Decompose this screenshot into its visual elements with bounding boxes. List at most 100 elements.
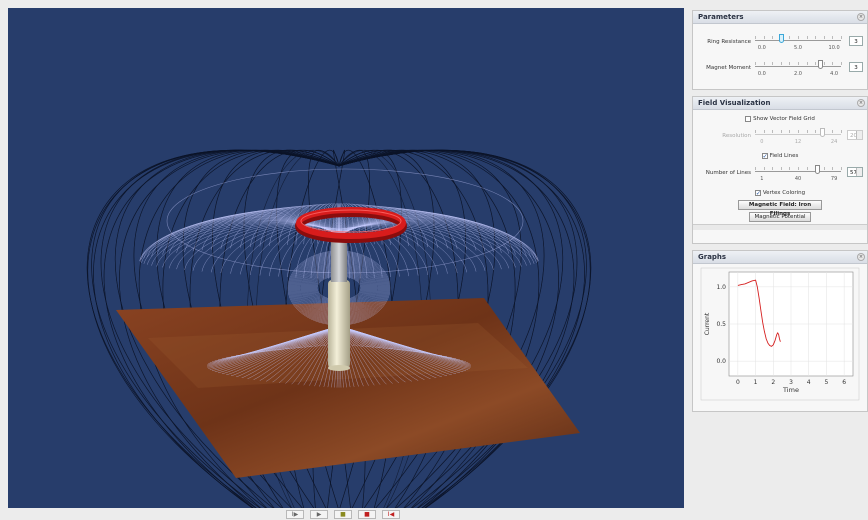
magnet-body: [328, 280, 350, 368]
number-of-lines-slider[interactable]: [755, 165, 842, 175]
slider-track[interactable]: [755, 66, 841, 67]
scene-canvas[interactable]: [8, 8, 684, 508]
slider-tick: [755, 62, 756, 65]
slider-tick: [823, 62, 825, 65]
field-visualization-panel: Field Visualization × Show Vector Field …: [692, 96, 868, 244]
slider-thumb[interactable]: [820, 128, 826, 137]
slider-tick: [763, 62, 765, 65]
parameters-header[interactable]: Parameters ×: [693, 11, 867, 24]
resolution-label: Resolution: [722, 133, 751, 139]
number-of-lines-row: Number of Lines 1 40 79 57: [693, 161, 867, 187]
tick-label: 40: [794, 176, 802, 182]
slider-tick: [823, 167, 825, 170]
slider-track[interactable]: [755, 134, 841, 135]
reset-button[interactable]: I◀: [382, 510, 400, 519]
slider-thumb[interactable]: [814, 165, 820, 174]
magnet-moment-label: Magnet Moment: [706, 65, 751, 71]
play-icon: ▶: [316, 510, 322, 518]
resolution-slider[interactable]: [755, 128, 842, 138]
vertex-coloring-label: Vertex Coloring: [762, 189, 806, 196]
stop-button[interactable]: ■: [358, 510, 376, 519]
show-vector-grid-checkbox[interactable]: Show Vector Field Grid: [693, 113, 867, 124]
close-icon[interactable]: ×: [857, 253, 865, 261]
x-tick-label: 1: [754, 379, 758, 386]
number-of-lines-label: Number of Lines: [705, 170, 751, 176]
x-tick-label: 3: [789, 379, 793, 386]
show-vector-grid-label: Show Vector Field Grid: [753, 115, 815, 122]
magnet-moment-input[interactable]: 3: [849, 62, 863, 72]
tick-label: 4.0: [830, 71, 839, 77]
number-of-lines-spinbox[interactable]: 57: [847, 167, 863, 177]
slider-track[interactable]: [755, 40, 841, 41]
slider-tick: [832, 62, 834, 65]
tick-label: 0: [760, 139, 764, 145]
y-tick-label: 1.0: [716, 284, 726, 291]
playback-toolbar: I▶ ▶ ■ ■ I◀: [0, 510, 686, 520]
slider-track[interactable]: [755, 171, 841, 172]
step-button[interactable]: I▶: [286, 510, 304, 519]
slider-tick: [798, 62, 799, 65]
magnet-base: [328, 365, 350, 371]
tick-label: 10.0: [828, 45, 840, 51]
magnetic-potential-button[interactable]: Magnetic Potential: [749, 212, 811, 222]
iron-filings-button[interactable]: Magnetic Field: Iron Filings: [738, 200, 822, 217]
current-graph: 0 1 2 3 4 5 6 0.0 0.5 1.0 Time Current: [693, 264, 867, 404]
close-icon[interactable]: ×: [857, 13, 865, 21]
slider-tick: [780, 167, 782, 170]
slider-tick: [763, 167, 765, 170]
tick-label: 1: [760, 176, 764, 182]
resolution-spinbox[interactable]: 20: [847, 130, 863, 140]
checkbox-icon[interactable]: ✓: [754, 189, 761, 196]
slider-tick: [823, 36, 825, 39]
graphs-header[interactable]: Graphs ×: [693, 251, 867, 264]
checkbox-icon[interactable]: ✓: [761, 152, 768, 159]
scene-viewport[interactable]: [8, 8, 684, 508]
slider-tick: [789, 62, 791, 65]
checkbox-icon[interactable]: [745, 115, 752, 122]
y-tick-label: 0.0: [716, 358, 726, 365]
field-visualization-header[interactable]: Field Visualization ×: [693, 97, 867, 110]
slider-tick: [806, 62, 808, 65]
ring-resistance-row: Ring Resistance 0.0 5.0 10.0 3: [693, 30, 867, 56]
ring-resistance-slider[interactable]: [755, 34, 842, 44]
current-vs-time-chart: 0 1 2 3 4 5 6 0.0 0.5 1.0 Time Current: [700, 267, 860, 401]
slider-tick: [789, 130, 791, 133]
x-tick-label: 6: [842, 379, 846, 386]
x-tick-label: 2: [771, 379, 775, 386]
tick-label: 2.0: [794, 71, 802, 77]
slider-tick: [806, 36, 808, 39]
tick-label: 5.0: [794, 45, 802, 51]
magnet-moment-slider[interactable]: [755, 60, 842, 70]
control-sidebar: Parameters × Ring Resistance 0.0 5.0 10.…: [692, 10, 868, 418]
slider-tick: [815, 130, 817, 133]
slider-tick: [815, 36, 817, 39]
slider-tick: [772, 167, 774, 170]
slider-tick: [755, 167, 756, 170]
magnet-moment-row: Magnet Moment 0.0 2.0 4.0 3: [693, 56, 867, 82]
x-tick-label: 5: [825, 379, 829, 386]
slider-tick: [772, 36, 774, 39]
slider-tick: [755, 130, 756, 133]
slider-tick: [798, 167, 799, 170]
ring-resistance-input[interactable]: 3: [849, 36, 863, 46]
slider-tick: [806, 130, 808, 133]
panel-scrollbar[interactable]: [693, 224, 867, 230]
pause-button[interactable]: ■: [334, 510, 352, 519]
parameters-panel: Parameters × Ring Resistance 0.0 5.0 10.…: [692, 10, 868, 90]
field-lines-label: Field Lines: [769, 152, 799, 159]
slider-tick: [832, 130, 834, 133]
ring-resistance-label: Ring Resistance: [707, 39, 751, 45]
slider-tick: [815, 62, 817, 65]
field-visualization-title: Field Visualization: [698, 99, 771, 107]
play-button[interactable]: ▶: [310, 510, 328, 519]
resolution-row: Resolution 0 12 24 20: [693, 124, 867, 150]
reset-icon: I◀: [387, 510, 395, 518]
slider-tick: [789, 167, 791, 170]
vertex-coloring-checkbox[interactable]: ✓ Vertex Coloring: [693, 187, 867, 198]
slider-thumb[interactable]: [817, 60, 823, 69]
field-lines-checkbox[interactable]: ✓ Field Lines: [693, 150, 867, 161]
parameters-title: Parameters: [698, 13, 744, 21]
slider-thumb[interactable]: [778, 34, 784, 43]
graphs-title: Graphs: [698, 253, 727, 261]
close-icon[interactable]: ×: [857, 99, 865, 107]
